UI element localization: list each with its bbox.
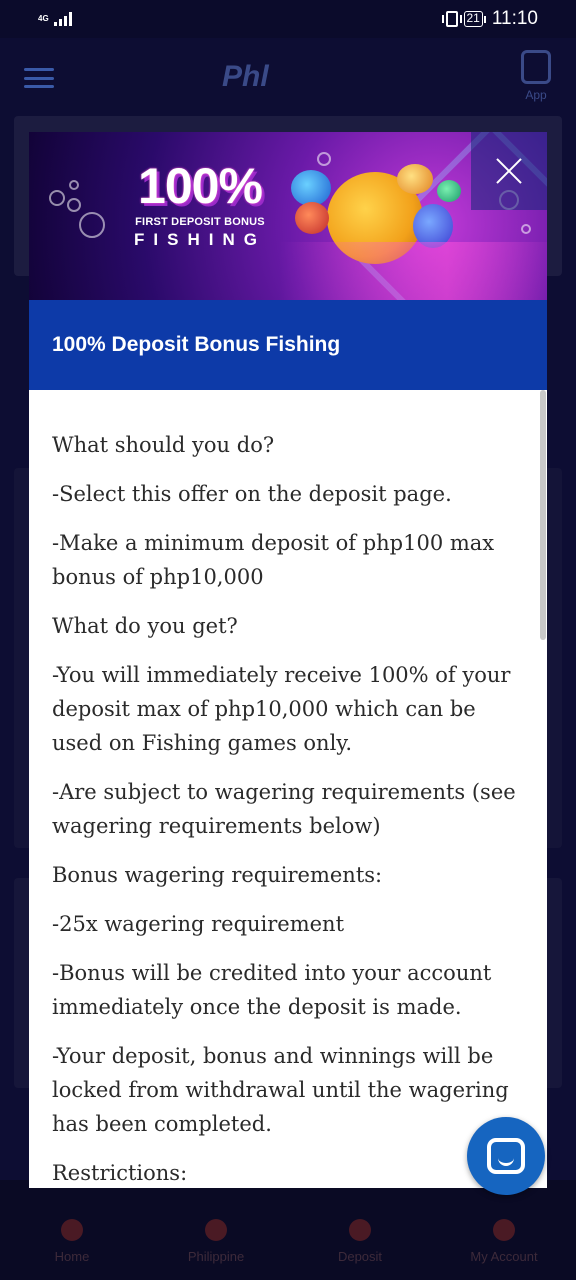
body-paragraph: Bonus wagering requirements: [52,863,383,887]
fish-icon [295,202,329,234]
nav-philippine[interactable]: Philippine [161,1219,271,1264]
status-bar: 4G 21 11:10 [0,0,576,38]
body-paragraph: What should you do? [52,433,275,457]
nav-label: Deposit [337,1249,383,1264]
live-chat-button[interactable] [467,1117,545,1195]
home-icon [61,1219,83,1241]
promo-subtitle: FIRST DEPOSIT BONUS [135,216,265,228]
promo-category: FISHING [134,230,266,249]
fish-icon [397,164,433,194]
body-paragraph: -Bonus will be credited into your accoun… [52,961,492,1019]
clock: 11:10 [491,8,538,29]
nav-label: Home [54,1249,90,1264]
signal-icon: 4G [38,12,72,26]
menu-icon[interactable] [24,68,54,88]
promo-banner: 100% FIRST DEPOSIT BONUS FISHING [29,132,547,300]
modal-scrollbar[interactable] [540,390,546,640]
close-icon [496,158,522,184]
app-logo: Phl [222,60,269,93]
close-button[interactable] [471,132,547,210]
modal-title: 100% Deposit Bonus Fishing [52,333,341,356]
modal-title-bar: 100% Deposit Bonus Fishing [29,300,547,390]
body-paragraph: -Your deposit, bonus and winnings will b… [52,1044,509,1136]
body-paragraph: -25x wagering requirement [52,912,345,936]
body-paragraph: What do you get? [52,614,238,638]
battery-icon: 21 [463,11,486,27]
battery-level: 21 [463,11,483,27]
promo-banner-text: 100% FIRST DEPOSIT BONUS FISHING [125,160,275,250]
body-paragraph: -You will immediately receive 100% of yo… [52,663,511,755]
body-paragraph: Restrictions: [52,1161,188,1185]
fish-icon [413,204,453,248]
body-paragraph: -Are subject to wagering requirements (s… [52,780,516,838]
body-paragraph: -Select this offer on the deposit page. [52,482,452,506]
vibrate-icon [441,11,462,27]
deposit-icon [349,1219,371,1241]
download-app-button[interactable]: App [518,50,554,108]
flag-icon [205,1219,227,1241]
nav-my-account[interactable]: My Account [449,1219,559,1264]
app-header: Phl App [0,38,576,118]
bottom-nav: Home Philippine Deposit My Account [0,1180,576,1280]
promotion-modal: 100% FIRST DEPOSIT BONUS FISHING 100% De… [29,132,547,1188]
account-icon [493,1219,515,1241]
body-paragraph: -Make a minimum deposit of php100 max bo… [52,531,495,589]
promo-percent: 100% [138,158,263,214]
nav-label: Philippine [187,1249,245,1264]
nav-home[interactable]: Home [17,1219,127,1264]
app-icon [521,50,551,84]
fish-icon [291,170,331,206]
chat-icon [487,1138,525,1174]
app-button-label: App [525,88,547,102]
network-type: 4G [38,14,49,23]
nav-label: My Account [470,1249,538,1264]
nav-deposit[interactable]: Deposit [305,1219,415,1264]
modal-body[interactable]: What should you do? -Select this offer o… [29,390,547,1188]
fish-icon [437,180,461,202]
